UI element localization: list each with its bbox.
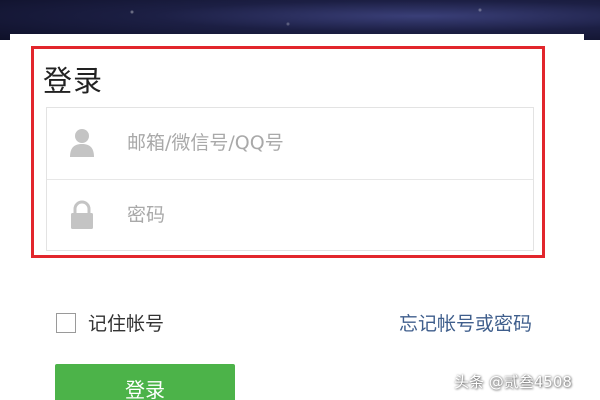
remember-label: 记住帐号 [88, 313, 165, 335]
account-input[interactable] [127, 126, 517, 160]
user-icon [69, 128, 95, 158]
login-title: 登录 [43, 64, 104, 98]
watermark: 头条 @贰叁4508 [454, 373, 572, 391]
password-input[interactable] [127, 198, 517, 232]
account-field [47, 108, 533, 179]
login-button[interactable]: 登录 [55, 364, 235, 400]
password-field [47, 179, 533, 250]
forgot-link[interactable]: 忘记帐号或密码 [399, 309, 532, 336]
login-fields [46, 107, 534, 251]
screenshot-stage: 登录 记住帐号 忘记帐号或密码 登录 头条 @贰叁4 [0, 0, 600, 400]
remember-account[interactable]: 记住帐号 [56, 309, 164, 336]
lock-icon [69, 200, 95, 230]
remember-checkbox[interactable] [56, 312, 76, 333]
